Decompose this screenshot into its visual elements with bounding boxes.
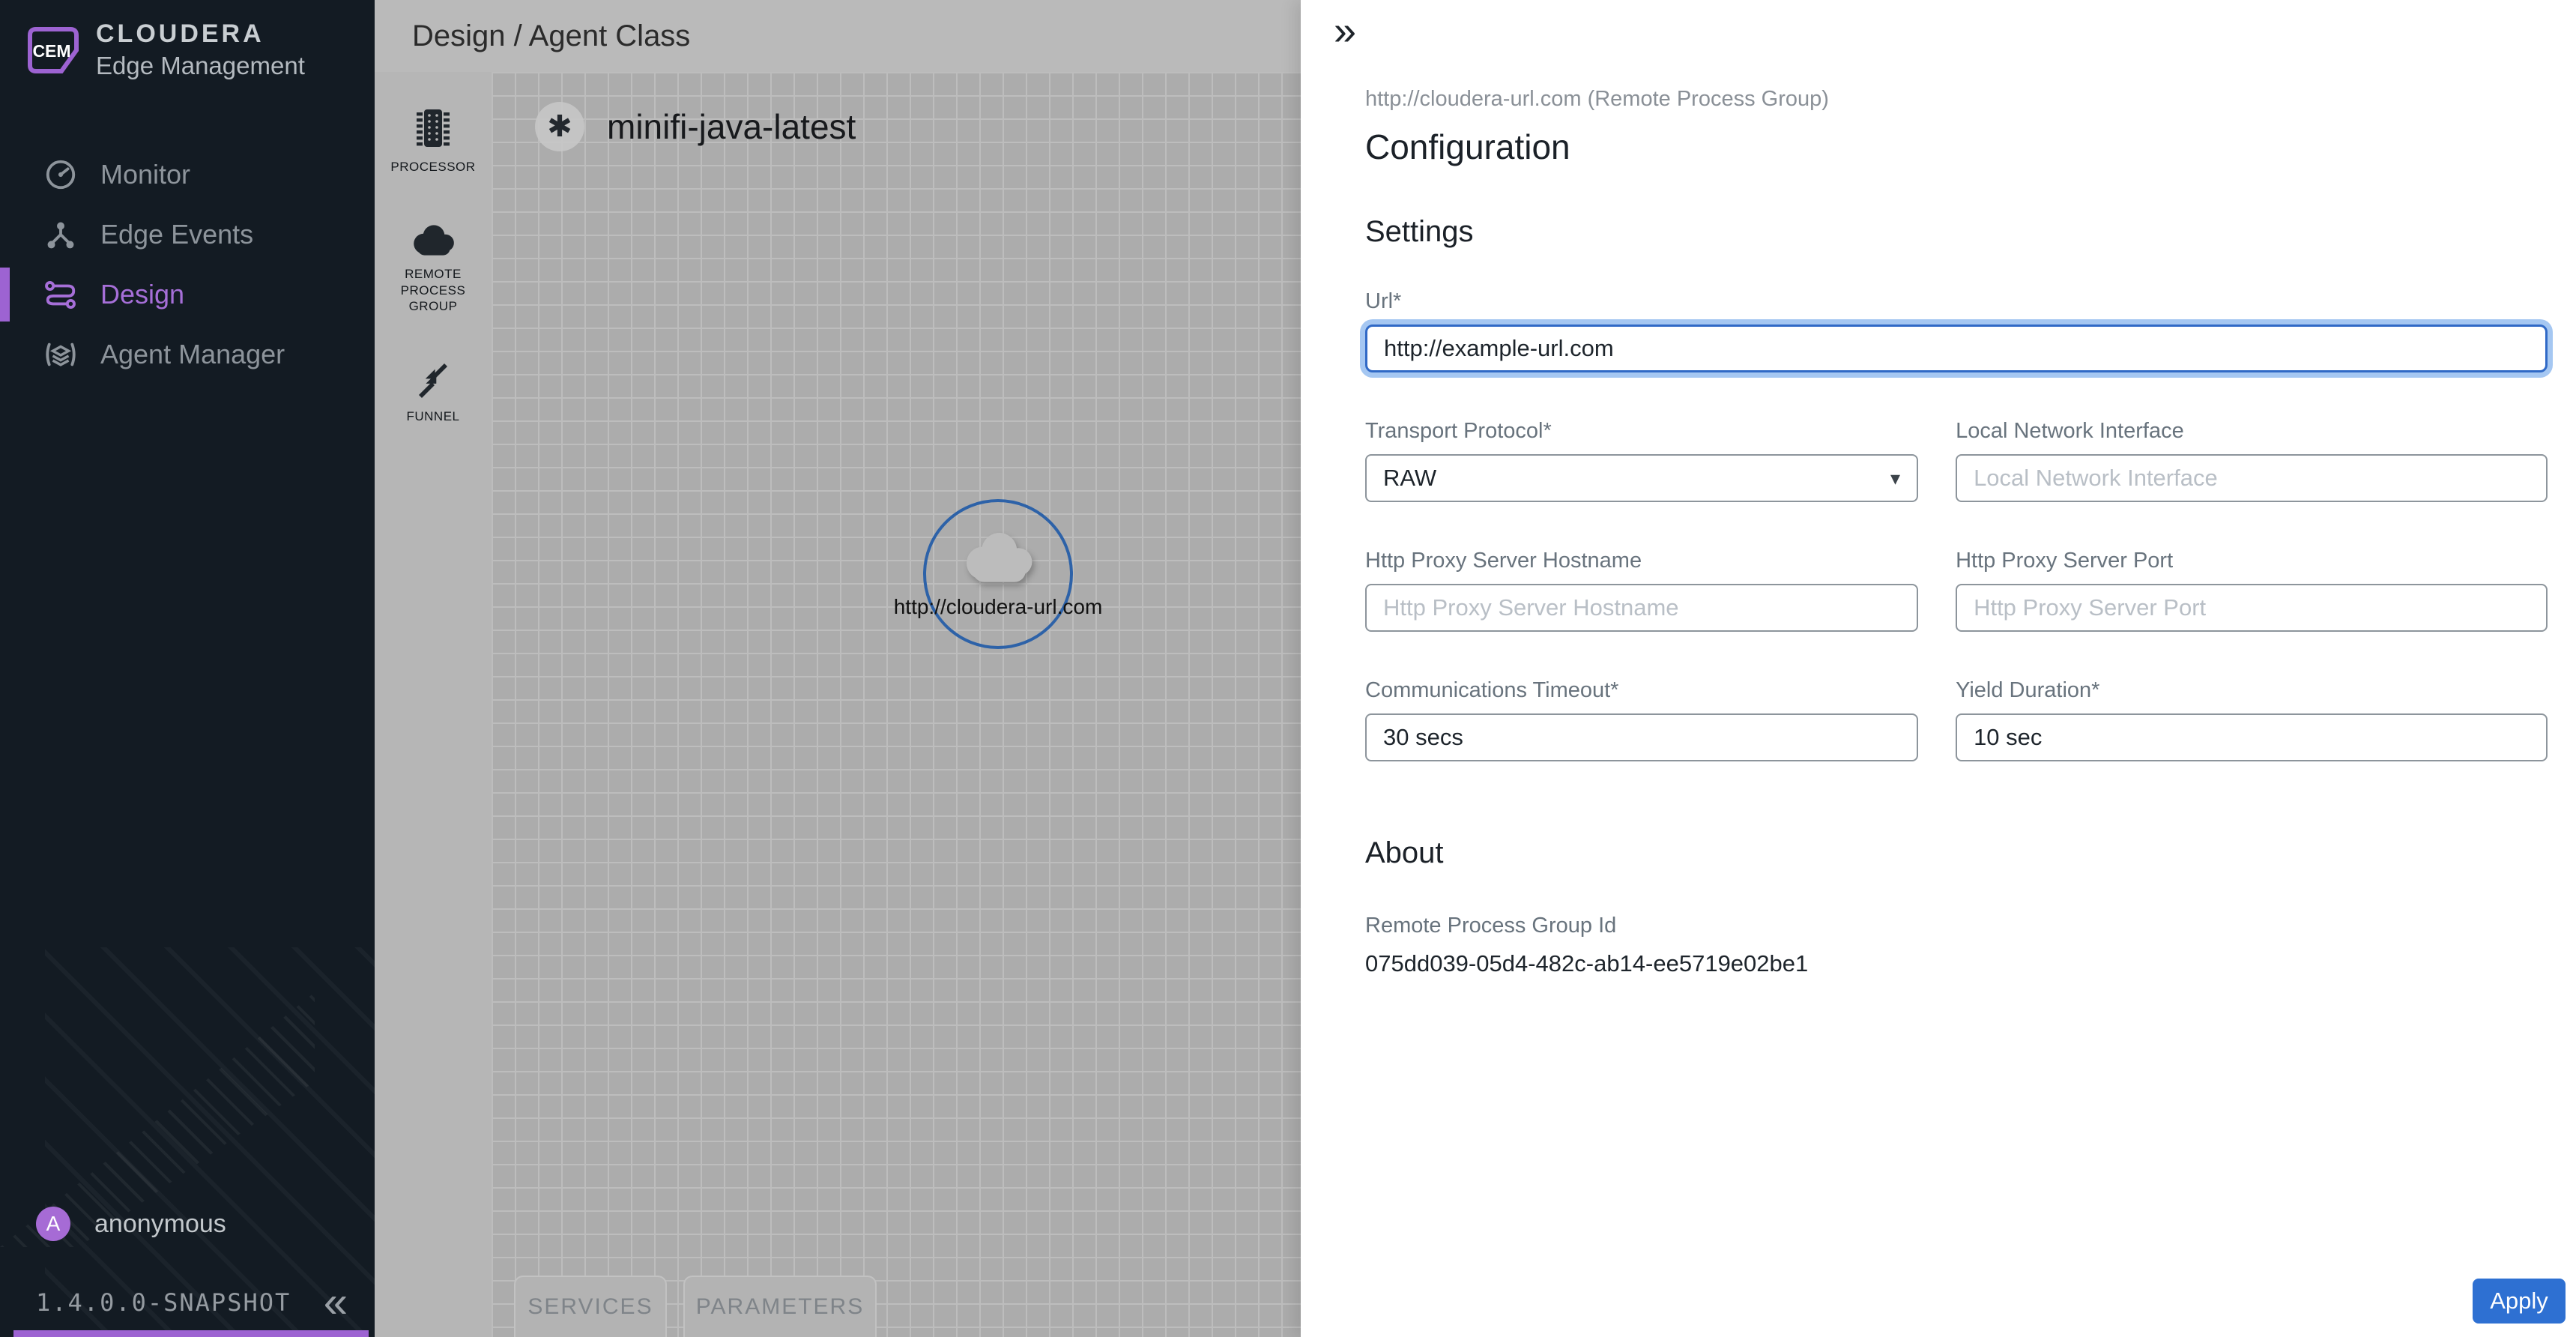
yield-duration-input[interactable] (1956, 713, 2548, 761)
http-proxy-port-group: Http Proxy Server Port (1956, 549, 2548, 632)
sidebar-item-edge-events[interactable]: Edge Events (0, 205, 375, 265)
cem-badge-icon: CEM (27, 26, 79, 74)
sidebar-item-label: Design (100, 279, 184, 310)
design-flow-icon (43, 277, 78, 312)
tab-parameters[interactable]: PARAMETERS (683, 1276, 877, 1337)
node-label: http://cloudera-url.com (894, 595, 1103, 619)
toolbar-item-remote-process-group[interactable]: REMOTE PROCESS GROUP (375, 223, 492, 314)
local-network-interface-group: Local Network Interface (1956, 419, 2548, 502)
sidebar-item-design[interactable]: Design (0, 265, 375, 325)
cloud-icon (957, 529, 1039, 585)
local-network-interface-label: Local Network Interface (1956, 419, 2548, 444)
transport-protocol-value: RAW (1383, 465, 1436, 492)
url-input[interactable] (1365, 325, 2548, 372)
toolbar-item-processor[interactable]: PROCESSOR (375, 106, 492, 175)
toolbar-item-label: FUNNEL (406, 408, 459, 424)
about-heading: About (1365, 836, 2548, 870)
transport-protocol-label: Transport Protocol* (1365, 419, 1918, 444)
remote-process-group-id-value: 075dd039-05d4-482c-ab14-ee5719e02be1 (1365, 950, 2548, 977)
sidebar-item-label: Agent Manager (100, 339, 285, 370)
form-row-1: Transport Protocol* RAW ▾ Local Network … (1365, 419, 2548, 502)
communications-timeout-group: Communications Timeout* (1365, 678, 1918, 761)
http-proxy-port-label: Http Proxy Server Port (1956, 549, 2548, 573)
panel-subtitle: http://cloudera-url.com (Remote Process … (1365, 87, 2548, 112)
canvas-bottom-tabs: SERVICES PARAMETERS (514, 1276, 877, 1337)
sidebar-footer: 1.4.0.0-SNAPSHOT « (36, 1288, 348, 1318)
cloud-icon (408, 223, 458, 257)
http-proxy-port-input[interactable] (1956, 584, 2548, 632)
user-name: anonymous (94, 1210, 226, 1239)
toolbar-item-label: REMOTE PROCESS GROUP (388, 266, 478, 314)
remote-process-group-node[interactable]: http://cloudera-url.com (923, 499, 1073, 649)
app-logo: CEM CLOUDERA Edge Management (0, 0, 375, 80)
brand-name: CLOUDERA (96, 19, 305, 49)
edge-events-icon (43, 217, 78, 252)
breadcrumb[interactable]: Design / Agent Class (412, 19, 690, 53)
form-row-3: Communications Timeout* Yield Duration* (1365, 678, 2548, 761)
transport-protocol-group: Transport Protocol* RAW ▾ (1365, 419, 1918, 502)
form-row-2: Http Proxy Server Hostname Http Proxy Se… (1365, 549, 2548, 632)
chevron-down-icon: ▾ (1890, 467, 1900, 490)
sidebar-nav: Monitor Edge Events Design (0, 145, 375, 384)
panel-content: http://cloudera-url.com (Remote Process … (1301, 0, 2576, 977)
flow-name: minifi-java-latest (607, 106, 856, 147)
transport-protocol-select[interactable]: RAW ▾ (1365, 454, 1918, 502)
sidebar-collapse-icon[interactable]: « (324, 1288, 348, 1318)
communications-timeout-label: Communications Timeout* (1365, 678, 1918, 703)
remote-process-group-id-label: Remote Process Group Id (1365, 914, 2548, 938)
sidebar-item-label: Edge Events (100, 219, 253, 250)
panel-title: Configuration (1365, 127, 2548, 167)
sidebar-accent-strip (13, 1330, 369, 1337)
agent-manager-icon (43, 337, 78, 372)
settings-heading: Settings (1365, 215, 2548, 249)
configuration-panel: » http://cloudera-url.com (Remote Proces… (1301, 0, 2576, 1337)
app-root: CEM CLOUDERA Edge Management Monitor (0, 0, 2576, 1337)
gauge-icon (43, 157, 78, 192)
avatar: A (36, 1207, 70, 1241)
sidebar-item-label: Monitor (100, 159, 190, 190)
url-label: Url* (1365, 289, 2548, 314)
brand-product: Edge Management (96, 52, 305, 80)
canvas-title-row: ✱ minifi-java-latest (535, 102, 856, 151)
flow-status-icon: ✱ (535, 102, 584, 151)
toolbar-item-label: PROCESSOR (390, 159, 475, 175)
sidebar-item-monitor[interactable]: Monitor (0, 145, 375, 205)
cem-badge-label: CEM (32, 41, 70, 61)
communications-timeout-input[interactable] (1365, 713, 1918, 761)
sidebar: CEM CLOUDERA Edge Management Monitor (0, 0, 375, 1337)
user-menu[interactable]: A anonymous (36, 1207, 226, 1241)
processor-chip-icon (414, 106, 453, 150)
local-network-interface-input[interactable] (1956, 454, 2548, 502)
yield-duration-label: Yield Duration* (1956, 678, 2548, 703)
url-field-group: Url* (1365, 289, 2548, 372)
http-proxy-hostname-group: Http Proxy Server Hostname (1365, 549, 1918, 632)
tab-services[interactable]: SERVICES (514, 1276, 667, 1337)
funnel-arrows-icon (414, 362, 452, 399)
http-proxy-hostname-label: Http Proxy Server Hostname (1365, 549, 1918, 573)
page-header: Design / Agent Class (375, 0, 1301, 72)
app-version: 1.4.0.0-SNAPSHOT (36, 1288, 291, 1317)
component-toolbar: PROCESSOR REMOTE PROCESS GROUP (375, 72, 492, 1337)
flow-canvas[interactable]: ✱ minifi-java-latest http://cloudera-url… (492, 72, 1301, 1337)
http-proxy-hostname-input[interactable] (1365, 584, 1918, 632)
yield-duration-group: Yield Duration* (1956, 678, 2548, 761)
sidebar-item-agent-manager[interactable]: Agent Manager (0, 325, 375, 384)
brand-text: CLOUDERA Edge Management (96, 19, 305, 80)
panel-collapse-icon[interactable]: » (1334, 7, 1356, 54)
toolbar-item-funnel[interactable]: FUNNEL (375, 362, 492, 424)
apply-button[interactable]: Apply (2473, 1279, 2566, 1324)
